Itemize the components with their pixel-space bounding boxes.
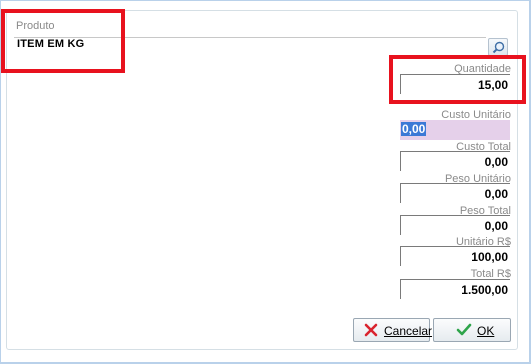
custo-unitario-value: 0,00 [401, 122, 427, 136]
unitario-rs-value: 100,00 [471, 250, 508, 264]
product-lookup-button[interactable] [488, 38, 508, 56]
custo-unitario-field[interactable]: 0,00 [400, 120, 510, 140]
cancel-button-label: Cancelar [384, 324, 433, 338]
peso-unitario-value: 0,00 [484, 187, 508, 201]
highlight-box-produto [1, 9, 125, 73]
peso-total-value: 0,00 [484, 219, 508, 233]
custo-total-field[interactable]: 0,00 [400, 151, 510, 171]
total-rs-field[interactable]: 1.500,00 [400, 279, 510, 299]
peso-total-field[interactable]: 0,00 [400, 215, 510, 235]
ok-button-label: OK [477, 324, 495, 338]
checkmark-icon [456, 323, 472, 336]
window-border-top [0, 0, 531, 1]
ok-button[interactable]: OK [433, 318, 511, 342]
peso-unitario-field[interactable]: 0,00 [400, 183, 510, 203]
magnifier-icon [492, 41, 505, 54]
highlight-box-quantidade [389, 55, 526, 104]
total-rs-value: 1.500,00 [461, 283, 508, 297]
custo-total-value: 0,00 [484, 155, 508, 169]
x-icon [364, 323, 378, 337]
unitario-rs-field[interactable]: 100,00 [400, 246, 510, 266]
cancel-button[interactable]: Cancelar [353, 318, 433, 342]
